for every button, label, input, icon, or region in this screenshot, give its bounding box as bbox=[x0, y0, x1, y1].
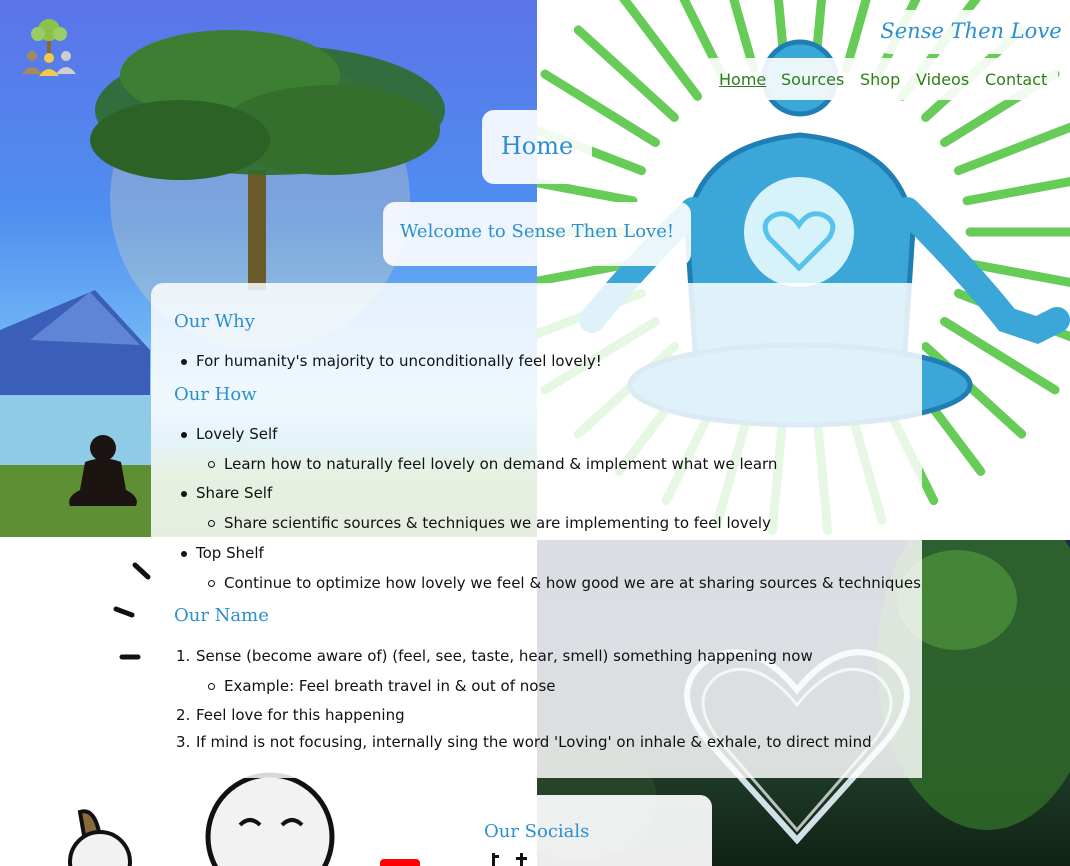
socials-heading: Our Socials bbox=[484, 821, 590, 842]
circle-bullet-icon bbox=[208, 520, 215, 527]
brand-container: Sense Then Love bbox=[878, 10, 1064, 54]
nav-link-home[interactable]: Home bbox=[719, 70, 766, 89]
circle-bullet-icon bbox=[208, 580, 215, 587]
circle-bullet-icon bbox=[208, 461, 215, 468]
name-item: Feel love for this happening bbox=[196, 706, 405, 724]
bullet-icon bbox=[181, 491, 187, 497]
why-item: For humanity's majority to unconditional… bbox=[196, 352, 602, 370]
how-item-label: Share Self bbox=[196, 484, 273, 502]
threads-icon[interactable] bbox=[514, 852, 528, 866]
site-logo[interactable] bbox=[14, 18, 84, 82]
list-number: 2. bbox=[176, 706, 191, 724]
circle-bullet-icon bbox=[208, 683, 215, 690]
how-item-sub: Share scientific sources & techniques we… bbox=[224, 514, 771, 532]
how-item-sub: Learn how to naturally feel lovely on de… bbox=[224, 455, 778, 473]
how-item-label: Top Shelf bbox=[196, 544, 264, 562]
how-item-label: Lovely Self bbox=[196, 425, 278, 443]
facebook-icon[interactable] bbox=[666, 858, 694, 866]
tiktok-icon[interactable] bbox=[486, 852, 500, 866]
name-item-sub: Example: Feel breath travel in & out of … bbox=[224, 677, 556, 695]
nav-link-sources[interactable]: Sources bbox=[781, 70, 844, 89]
page-title: Home bbox=[500, 132, 574, 160]
list-number: 3. bbox=[176, 733, 191, 751]
nav-link-contact[interactable]: Contact bbox=[985, 70, 1047, 89]
section-heading-why: Our Why bbox=[174, 311, 255, 332]
bullet-icon bbox=[181, 359, 187, 365]
bullet-icon bbox=[181, 432, 187, 438]
name-item: Sense (become aware of) (feel, see, tast… bbox=[196, 647, 813, 665]
list-number: 1. bbox=[176, 647, 191, 665]
welcome-container: Welcome to Sense Then Love! bbox=[383, 202, 691, 266]
name-item: If mind is not focusing, internally sing… bbox=[196, 733, 872, 751]
page-title-container: Home bbox=[482, 110, 592, 184]
youtube-icon[interactable] bbox=[380, 856, 420, 866]
welcome-heading: Welcome to Sense Then Love! bbox=[399, 221, 675, 242]
site-title[interactable]: Sense Then Love bbox=[878, 19, 1064, 43]
section-heading-name: Our Name bbox=[174, 605, 269, 626]
how-item-sub: Continue to optimize how lovely we feel … bbox=[224, 574, 921, 592]
twitter-icon[interactable] bbox=[612, 858, 644, 866]
bullet-icon bbox=[181, 551, 187, 557]
nav-link-shop[interactable]: Shop bbox=[860, 70, 900, 89]
nav-link-videos[interactable]: Videos bbox=[916, 70, 969, 89]
section-heading-how: Our How bbox=[174, 384, 257, 405]
